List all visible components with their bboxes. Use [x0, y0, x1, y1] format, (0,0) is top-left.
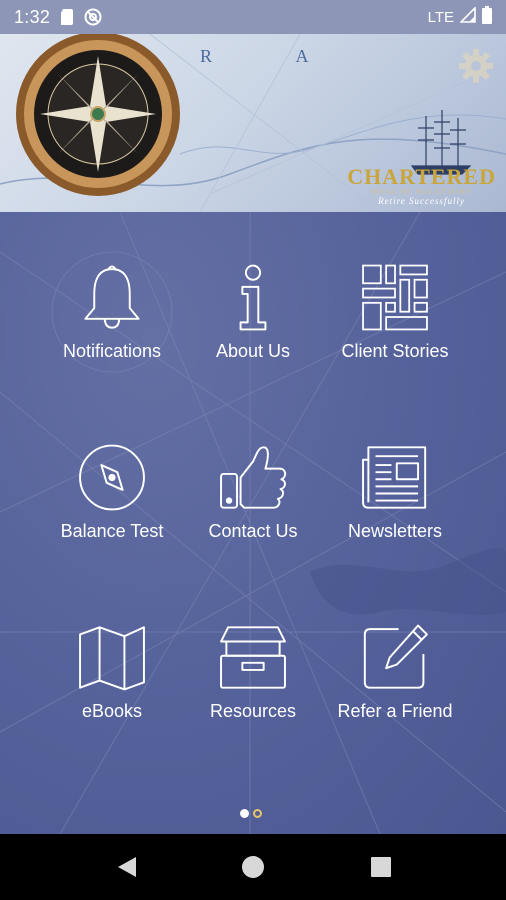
- tile-label: Newsletters: [347, 521, 443, 541]
- battery-icon: [482, 6, 492, 28]
- page-dot-active[interactable]: [240, 809, 249, 818]
- tile-contact-us[interactable]: Contact Us: [178, 392, 328, 542]
- info-icon: [239, 264, 267, 331]
- home-icon: [242, 856, 264, 878]
- recents-icon: [371, 857, 391, 877]
- status-bar: 1:32 LTE: [0, 0, 506, 34]
- tile-client-stories[interactable]: Client Stories: [320, 212, 470, 362]
- back-button[interactable]: [112, 852, 142, 882]
- tile-label: Contact Us: [208, 521, 298, 541]
- grid-pattern-icon: [362, 264, 428, 331]
- network-type: LTE: [427, 8, 454, 26]
- settings-button[interactable]: [458, 48, 494, 84]
- menu-grid: Notifications About Us Client Stories Ba…: [0, 212, 506, 834]
- tile-ebooks[interactable]: eBooks: [37, 572, 187, 722]
- tile-label: Notifications: [62, 341, 162, 361]
- brand-tagline: Retire Successfully: [378, 196, 466, 206]
- thumbs-up-icon: [220, 446, 287, 509]
- signal-icon: [459, 6, 476, 27]
- app-screen: 1:32 LTE R A CHARTERED WEALTH SOLUTIONS …: [0, 0, 506, 900]
- map-icon: [79, 626, 145, 691]
- compass-image: [16, 34, 180, 196]
- edit-icon: [363, 624, 428, 689]
- tile-about-us[interactable]: About Us: [178, 212, 328, 362]
- navigation-bar: [0, 834, 506, 900]
- tile-notifications[interactable]: Notifications: [37, 212, 187, 362]
- brand-logo: CHARTERED WEALTH SOLUTIONS Retire Succes…: [347, 164, 496, 207]
- page-dot-inactive[interactable]: [253, 809, 262, 818]
- gear-icon: [459, 49, 493, 83]
- bell-icon: [84, 265, 140, 329]
- recents-button[interactable]: [366, 852, 396, 882]
- brand-name: CHARTERED: [347, 164, 496, 189]
- tile-newsletters[interactable]: Newsletters: [320, 392, 470, 542]
- status-time: 1:32: [14, 6, 51, 27]
- do-not-disturb-icon: [84, 8, 102, 26]
- map-letters: R A: [200, 46, 349, 66]
- tile-resources[interactable]: Resources: [178, 572, 328, 722]
- brand-subtitle: WEALTH SOLUTIONS: [370, 188, 473, 196]
- tile-label: Refer a Friend: [337, 701, 453, 721]
- header-banner: R A CHARTERED WEALTH SOLUTIONS Retire Su…: [0, 34, 506, 212]
- compass-icon: [79, 444, 145, 511]
- page-indicator: [240, 809, 262, 818]
- tile-refer-a-friend[interactable]: Refer a Friend: [320, 572, 470, 722]
- sd-card-icon: [60, 9, 74, 25]
- tile-balance-test[interactable]: Balance Test: [37, 392, 187, 542]
- tile-label: Client Stories: [341, 341, 449, 361]
- newspaper-icon: [362, 446, 427, 509]
- tile-label: About Us: [215, 341, 291, 361]
- tile-label: Resources: [209, 701, 297, 721]
- tile-label: Balance Test: [60, 521, 164, 541]
- home-button[interactable]: [238, 852, 268, 882]
- tile-label: eBooks: [81, 701, 143, 721]
- back-icon: [118, 857, 136, 877]
- archive-box-icon: [220, 626, 286, 689]
